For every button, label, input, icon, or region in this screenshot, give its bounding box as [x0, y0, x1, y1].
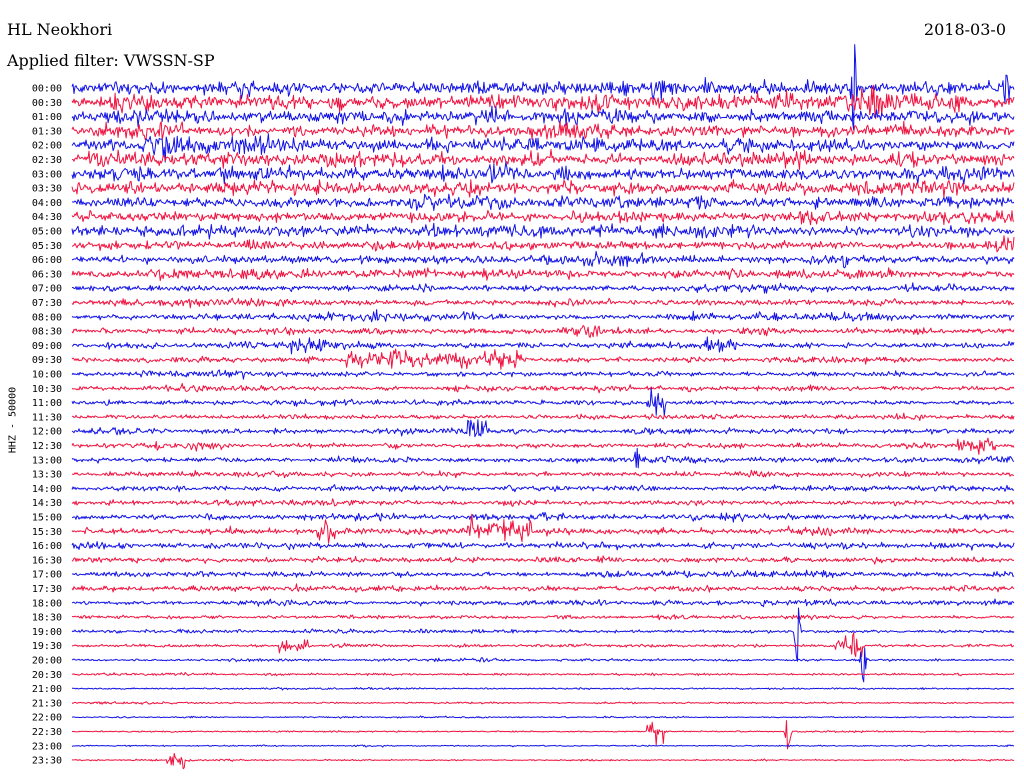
time-label-1830: 18:30: [32, 613, 62, 624]
trace-row-1830: [71, 614, 1015, 621]
trace-row-0630: [71, 267, 1015, 282]
helicorder-plot: 00:00 00:30 01:00 01:30 02:00 02:30 03:00 03:30…: [32, 44, 1015, 770]
time-label-2230: 22:30: [32, 727, 62, 738]
time-label-1200: 12:00: [32, 427, 62, 438]
trace-row-0830: [71, 325, 1015, 338]
trace-row-0300: [71, 161, 1015, 185]
time-label-0200: 02:00: [32, 141, 62, 152]
trace-row-2100: [72, 687, 1014, 691]
time-label-0130: 01:30: [32, 126, 62, 137]
time-label-2300: 23:00: [32, 741, 62, 752]
time-label-1000: 10:00: [32, 370, 62, 381]
time-label-2200: 22:00: [32, 713, 62, 724]
time-label-0800: 08:00: [32, 312, 62, 323]
trace-row-0330: [71, 179, 1015, 199]
trace-row-0400: [71, 193, 1015, 211]
trace-row-0100: [71, 105, 1015, 128]
time-label-0830: 08:30: [32, 327, 62, 338]
time-label-1030: 10:30: [32, 384, 62, 395]
trace-row-1500: [72, 511, 1014, 523]
trace-row-0500: [71, 222, 1015, 240]
time-label-0300: 03:00: [32, 169, 62, 180]
time-label-1930: 19:30: [32, 641, 62, 652]
time-label-1730: 17:30: [32, 584, 62, 595]
trace-row-0230: [71, 149, 1015, 170]
trace-row-0430: [71, 209, 1015, 226]
time-label-1700: 17:00: [32, 570, 62, 581]
trace-row-2130: [71, 701, 1015, 705]
trace-row-1400: [71, 484, 1015, 493]
time-label-2330: 23:30: [32, 756, 62, 767]
time-label-1330: 13:30: [32, 470, 62, 481]
time-label-0530: 05:30: [32, 241, 62, 252]
time-label-0330: 03:30: [32, 184, 62, 195]
time-label-0600: 06:00: [32, 255, 62, 266]
time-label-0930: 09:30: [32, 355, 62, 366]
trace-row-1600: [71, 541, 1015, 551]
time-label-group: 00:00 00:30 01:00 01:30 02:00 02:30 03:00 03:30…: [32, 84, 62, 767]
time-label-1130: 11:30: [32, 412, 62, 423]
trace-row-0200: [71, 133, 1015, 163]
trace-row-2230: [72, 720, 1015, 750]
time-label-1230: 12:30: [32, 441, 62, 452]
trace-row-1030: [71, 383, 1015, 394]
time-label-0700: 07:00: [32, 284, 62, 295]
trace-row-2000: [71, 647, 1015, 683]
time-label-1630: 16:30: [32, 555, 62, 566]
channel-label: HHZ - 50000: [7, 386, 19, 454]
time-label-2030: 20:30: [32, 670, 62, 681]
time-label-1530: 15:30: [32, 527, 62, 538]
time-label-0100: 01:00: [32, 112, 62, 123]
trace-row-1230: [71, 437, 1015, 455]
trace-row-0900: [71, 336, 1015, 355]
trace-row-0700: [72, 282, 1015, 294]
time-label-1800: 18:00: [32, 598, 62, 609]
time-label-0500: 05:00: [32, 227, 62, 238]
time-label-2100: 21:00: [32, 684, 62, 695]
trace-row-1100: [71, 387, 1015, 417]
time-label-1400: 14:00: [32, 484, 62, 495]
trace-row-2330: [71, 752, 1015, 770]
trace-group: [71, 44, 1015, 770]
time-label-0430: 04:30: [32, 212, 62, 223]
trace-row-1330: [71, 469, 1015, 479]
time-label-1430: 14:30: [32, 498, 62, 509]
trace-row-1930: [71, 632, 1015, 658]
trace-row-1730: [71, 583, 1015, 593]
time-label-2130: 21:30: [32, 698, 62, 709]
time-label-0030: 00:30: [32, 98, 62, 109]
trace-row-1200: [71, 419, 1015, 438]
time-label-1300: 13:00: [32, 455, 62, 466]
trace-row-2200: [71, 715, 1015, 719]
time-label-0630: 06:30: [32, 269, 62, 280]
time-label-1600: 16:00: [32, 541, 62, 552]
trace-row-1800: [71, 598, 1015, 608]
time-label-1100: 11:00: [32, 398, 62, 409]
trace-row-1630: [71, 555, 1015, 565]
time-label-0230: 02:30: [32, 155, 62, 166]
trace-row-0600: [71, 250, 1015, 269]
trace-row-2030: [71, 672, 1015, 677]
time-label-1500: 15:00: [32, 513, 62, 524]
trace-row-2300: [71, 744, 1015, 748]
trace-row-0730: [71, 297, 1015, 309]
time-label-0900: 09:00: [32, 341, 62, 352]
trace-row-0530: [71, 235, 1015, 253]
trace-row-1300: [71, 447, 1015, 469]
trace-row-0930: [71, 348, 1015, 370]
trace-row-0800: [71, 309, 1015, 323]
time-label-1900: 19:00: [32, 627, 62, 638]
trace-row-1430: [71, 498, 1015, 507]
time-label-0730: 07:30: [32, 298, 62, 309]
trace-row-1130: [71, 412, 1015, 421]
time-label-0400: 04:00: [32, 198, 62, 209]
time-label-2000: 20:00: [32, 656, 62, 667]
time-label-0000: 00:00: [32, 84, 62, 95]
trace-row-0130: [71, 120, 1015, 140]
trace-row-1700: [71, 569, 1015, 579]
trace-row-1000: [71, 369, 1015, 380]
